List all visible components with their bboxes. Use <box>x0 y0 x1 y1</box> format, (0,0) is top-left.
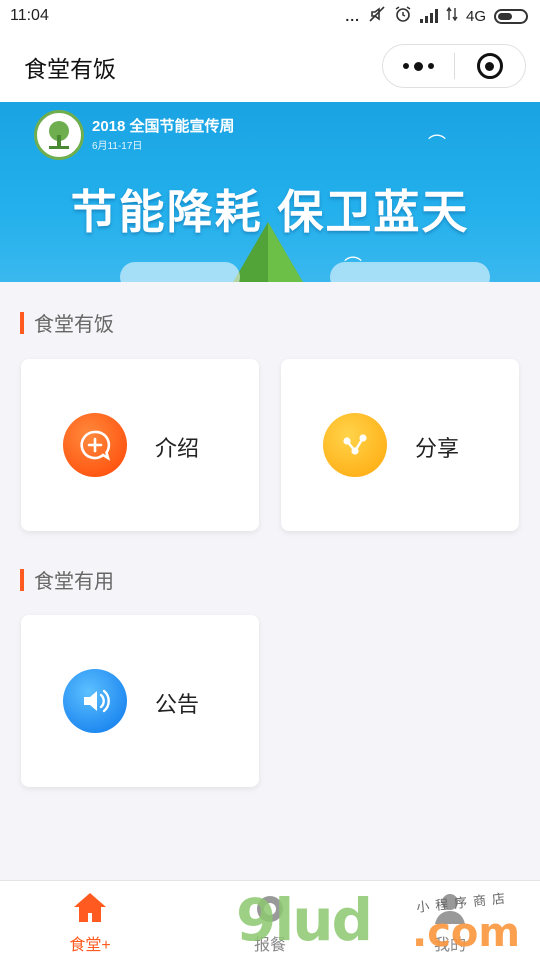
tab-label: 我的 <box>433 937 466 954</box>
speaker-icon <box>63 669 127 733</box>
intro-label: 介绍 <box>155 436 200 461</box>
status-icons: ... 4G <box>345 5 528 27</box>
section-header: 食堂有用 <box>20 565 114 594</box>
bird-icon: ⌒ <box>344 256 362 276</box>
section-header: 食堂有饭 <box>20 308 114 337</box>
nav-bar: 食堂有饭 <box>0 32 540 102</box>
share-icon <box>323 413 387 477</box>
close-mini-program-button[interactable] <box>455 45 526 87</box>
tab-bar: 食堂+ 报餐 我的 <box>0 880 540 960</box>
banner-date-text: 6月11-17日 <box>92 141 143 152</box>
banner-year-text: 2018 全国节能宣传周 <box>92 118 235 135</box>
more-menu-button[interactable] <box>383 45 454 87</box>
mute-icon <box>368 5 386 27</box>
order-icon <box>251 889 289 927</box>
tab-profile[interactable]: 我的 <box>360 881 540 960</box>
page-title: 食堂有饭 <box>24 56 116 82</box>
tab-label: 报餐 <box>253 937 286 954</box>
intro-card[interactable]: 介绍 <box>21 359 259 531</box>
section-title: 食堂有饭 <box>34 314 114 336</box>
tab-canteen[interactable]: 食堂+ <box>0 881 180 960</box>
announcement-card[interactable]: 公告 <box>21 615 259 787</box>
announcement-label: 公告 <box>155 692 200 717</box>
banner-image[interactable]: 2018 全国节能宣传周 6月11-17日 节能降耗 保卫蓝天 ⌒ ⌒ <box>0 102 540 282</box>
tree-logo-icon <box>49 121 69 149</box>
energy-week-logo <box>34 110 84 160</box>
notification-dots-icon: ... <box>345 8 360 24</box>
tent-shape-highlight <box>268 222 304 282</box>
section-accent-bar <box>20 568 24 591</box>
target-circle-icon <box>476 53 503 79</box>
status-bar: 11:04 ... 4G <box>0 0 540 32</box>
chat-plus-icon <box>63 413 127 477</box>
tab-order-meal[interactable]: 报餐 <box>180 881 360 960</box>
user-icon <box>431 889 469 927</box>
alarm-icon <box>394 5 412 27</box>
network-type: 4G <box>465 7 486 25</box>
home-icon <box>71 889 109 927</box>
signal-icon <box>419 9 438 23</box>
section-accent-bar <box>20 311 24 334</box>
data-transfer-icon <box>446 6 458 26</box>
share-label: 分享 <box>415 436 460 461</box>
status-time: 11:04 <box>10 7 49 24</box>
share-card[interactable]: 分享 <box>281 359 519 531</box>
tab-label: 食堂+ <box>69 937 111 954</box>
battery-icon <box>494 8 528 24</box>
more-dots-icon <box>402 61 434 71</box>
cloud-shape <box>120 262 240 282</box>
mini-program-capsule <box>382 44 526 88</box>
section-title: 食堂有用 <box>34 571 114 593</box>
bird-icon: ⌒ <box>428 134 446 154</box>
